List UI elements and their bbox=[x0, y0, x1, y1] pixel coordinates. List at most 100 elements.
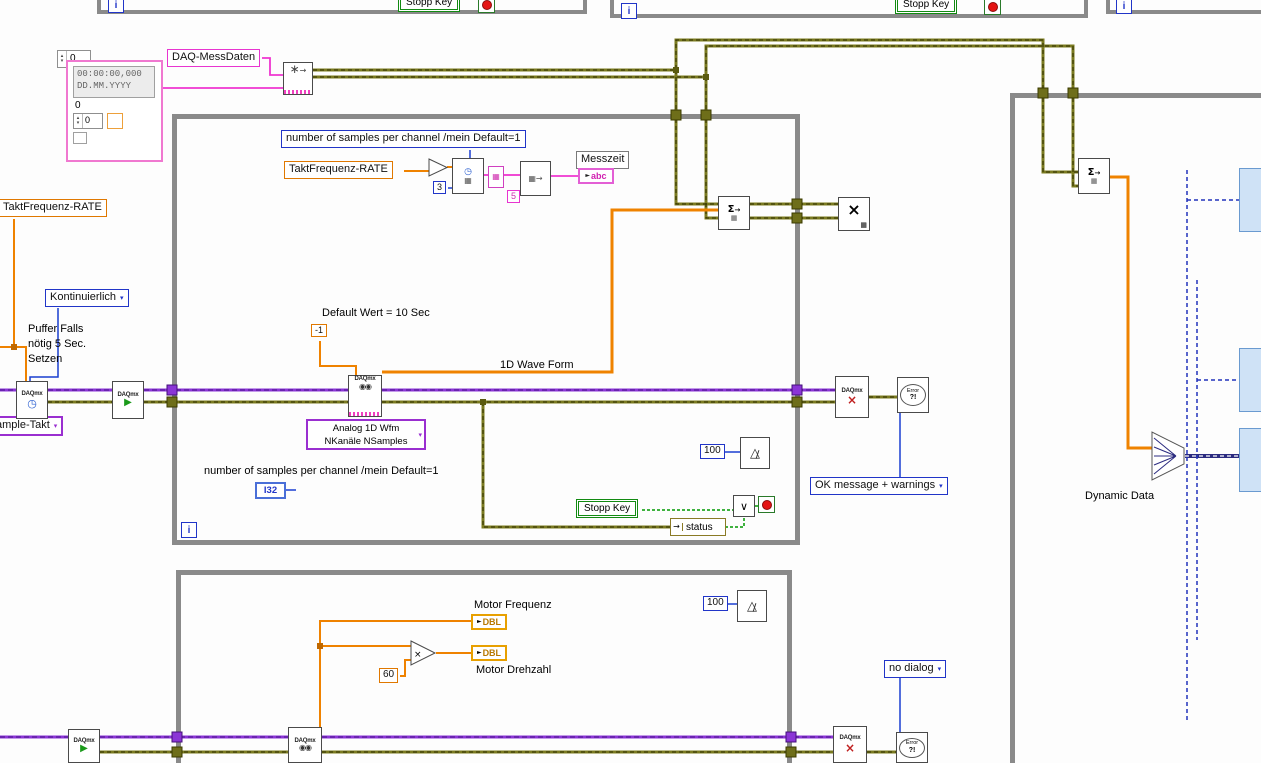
grid-icon: ▦ bbox=[464, 175, 472, 185]
constant-60[interactable]: 60 bbox=[379, 668, 399, 683]
multiply-node[interactable]: × bbox=[410, 640, 437, 666]
no-dialog-enum[interactable]: no dialog ▾ bbox=[884, 660, 947, 678]
cluster-small-box[interactable] bbox=[73, 132, 87, 144]
binoculars-icon: ◉◉ bbox=[299, 743, 312, 753]
stop-led-icon bbox=[761, 499, 772, 510]
daqmx-start-node[interactable]: DAQmx ▶ bbox=[112, 381, 144, 419]
iteration-terminal-3[interactable]: i bbox=[1116, 0, 1132, 14]
indicator-arrow-icon: ► bbox=[476, 618, 482, 625]
enum-value: Kontinuierlich bbox=[50, 291, 117, 303]
iteration-terminal-1[interactable]: i bbox=[108, 0, 124, 13]
wires-layer: × bbox=[0, 38, 1241, 758]
numeric-value: 0 bbox=[85, 115, 91, 125]
daq-messdaten-label[interactable]: DAQ-MessDaten bbox=[167, 49, 261, 67]
samples-note: number of samples per channel /mein Defa… bbox=[204, 465, 439, 477]
dropdown-icon: ▾ bbox=[939, 482, 943, 490]
waveform-strip-icon bbox=[349, 412, 381, 416]
daqmx-clear-node-bottom[interactable]: DAQmx × bbox=[833, 726, 867, 763]
read-mode-selector[interactable]: Analog 1D Wfm NKanäle NSamples ▾ bbox=[306, 419, 426, 450]
dynamic-data-routes bbox=[1186, 170, 1239, 720]
default-wert-note: Default Wert = 10 Sec bbox=[322, 307, 430, 319]
unbundle-status-node[interactable]: → status bbox=[670, 518, 726, 536]
clear-x-icon: × bbox=[846, 393, 858, 408]
error-handler-node-main[interactable]: Error ?! bbox=[897, 377, 929, 413]
loop-condition-terminal-1[interactable] bbox=[478, 0, 495, 13]
error-handler-icon: Error ?! bbox=[900, 384, 926, 406]
daqmx-timing-node[interactable]: DAQmx ◷ bbox=[16, 381, 48, 419]
stop-led-icon bbox=[987, 1, 998, 12]
cluster-empty-field[interactable] bbox=[107, 113, 123, 129]
daqmx-read-node-bottom[interactable]: DAQmx ◉◉ bbox=[288, 727, 322, 763]
convert-node[interactable] bbox=[428, 158, 449, 177]
grid-icon: ▦ bbox=[492, 172, 500, 181]
error-handler-icon: Error ?! bbox=[899, 737, 925, 758]
grid-icon: ▦ bbox=[730, 213, 738, 222]
arrow-right-icon: → bbox=[671, 523, 683, 531]
timing-calc-node[interactable]: ◷ ▦ bbox=[452, 158, 484, 194]
svg-text:×: × bbox=[414, 650, 422, 660]
timestamp-cluster[interactable]: 00:00:00,000 DD.MM.YYYY 0 ▴ ▾ 0 bbox=[66, 60, 163, 162]
waveform-strip-icon bbox=[284, 90, 312, 94]
format-string-node[interactable]: ▦→ bbox=[520, 161, 551, 196]
messzeit-string-indicator[interactable]: ► abc bbox=[578, 168, 614, 184]
dropdown-icon: ▾ bbox=[53, 422, 58, 430]
stop-key-button-1[interactable]: Stopp Key bbox=[400, 0, 459, 10]
grid-icon: ▦ bbox=[860, 221, 867, 229]
wait-ms-node-bottom[interactable]: △ bbox=[737, 590, 767, 622]
stop-led-icon bbox=[481, 0, 492, 10]
daqmx-clear-node[interactable]: DAQmx × bbox=[835, 376, 869, 418]
constant-5[interactable]: 5 bbox=[507, 190, 521, 204]
x-icon: × bbox=[847, 200, 861, 219]
wait-ms-node-main[interactable]: △ bbox=[740, 437, 770, 469]
daqmx-read-node[interactable]: DAQmx ◉◉ bbox=[348, 375, 382, 417]
or-node[interactable]: ∨ bbox=[733, 495, 755, 517]
error-handler-node-bottom[interactable]: Error ?! bbox=[896, 732, 928, 763]
to-dynamic-data-funnel[interactable] bbox=[1151, 431, 1185, 481]
wait-constant-main[interactable]: 100 bbox=[700, 444, 725, 459]
build-waveform-node[interactable]: ∗→ bbox=[283, 62, 313, 95]
dropdown-icon: ▾ bbox=[937, 665, 942, 673]
kontinuierlich-enum[interactable]: Kontinuierlich ▾ bbox=[45, 289, 129, 307]
build-array-node-right[interactable]: Σ→ ▦ bbox=[1078, 158, 1110, 194]
daqmx-start-node-bottom[interactable]: DAQmx ▶ bbox=[68, 729, 100, 763]
dropdown-icon: ▾ bbox=[418, 431, 422, 439]
dbl-label: DBL bbox=[482, 648, 502, 658]
spin-arrows-icon[interactable]: ▴ ▾ bbox=[74, 114, 83, 128]
motor-frequenz-note: Motor Frequenz bbox=[474, 599, 552, 611]
express-terminal-2[interactable] bbox=[1239, 348, 1261, 412]
samples-control-label[interactable]: number of samples per channel /mein Defa… bbox=[281, 130, 526, 148]
abc-label: abc bbox=[591, 171, 607, 181]
stop-key-button-main[interactable]: Stopp Key bbox=[578, 501, 637, 516]
play-icon: ▶ bbox=[124, 397, 132, 409]
ok-message-enum[interactable]: OK message + warnings ▾ bbox=[810, 477, 948, 495]
metronome-icon: △ bbox=[750, 445, 760, 461]
indicator-arrow-icon: ► bbox=[476, 649, 482, 656]
dbl-indicator-frequenz[interactable]: ► DBL bbox=[471, 614, 507, 630]
express-terminal-3[interactable] bbox=[1239, 428, 1261, 492]
i32-terminal[interactable]: I32 bbox=[255, 482, 286, 499]
wait-constant-bottom[interactable]: 100 bbox=[703, 596, 728, 611]
indicator-arrow-icon: ► bbox=[585, 172, 591, 179]
iteration-terminal-main[interactable]: i bbox=[181, 522, 197, 538]
enum-value: ample-Takt bbox=[0, 419, 50, 431]
build-array-node[interactable]: Σ→ ▦ bbox=[718, 196, 750, 230]
iteration-terminal-2[interactable]: i bbox=[621, 3, 637, 19]
constant-minus1[interactable]: -1 bbox=[311, 324, 328, 338]
loop-condition-terminal-main[interactable] bbox=[758, 496, 775, 513]
takt-frequenz-label-left[interactable]: TaktFrequenz-RATE bbox=[0, 199, 107, 217]
loop-condition-terminal-2[interactable] bbox=[984, 0, 1001, 15]
build-waveform-icon: ∗→ bbox=[289, 62, 307, 76]
express-terminal-1[interactable] bbox=[1239, 168, 1261, 232]
sigma-icon: Σ→ bbox=[727, 203, 741, 215]
stop-x-node[interactable]: × ▦ bbox=[838, 197, 870, 231]
enum-value: no dialog bbox=[889, 662, 934, 674]
takt-frequenz-label-main[interactable]: TaktFrequenz-RATE bbox=[284, 161, 393, 179]
status-label: status bbox=[686, 521, 713, 533]
constant-3[interactable]: 3 bbox=[433, 181, 447, 195]
cluster-numeric-control[interactable]: ▴ ▾ 0 bbox=[73, 113, 103, 129]
dbl-label: DBL bbox=[482, 617, 502, 627]
timestamp-display: 00:00:00,000 DD.MM.YYYY bbox=[73, 66, 155, 98]
dbl-indicator-drehzahl[interactable]: ► DBL bbox=[471, 645, 507, 661]
format-node[interactable]: ▦ bbox=[488, 166, 504, 188]
stop-key-button-2[interactable]: Stopp Key bbox=[897, 0, 956, 12]
